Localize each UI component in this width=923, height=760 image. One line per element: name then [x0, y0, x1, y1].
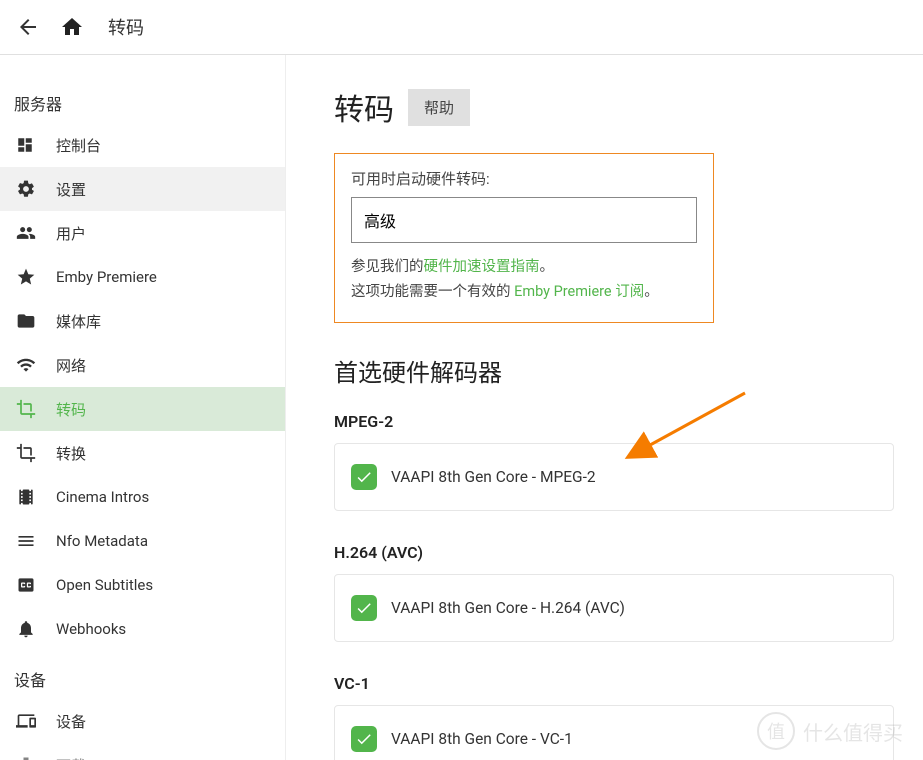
sidebar-item-label: 设备	[56, 711, 86, 732]
hw-accel-help-1: 参见我们的硬件加速设置指南。	[351, 255, 697, 280]
download-icon	[16, 755, 56, 760]
folder-icon	[16, 311, 56, 331]
codec-label: VAAPI 8th Gen Core - VC-1	[391, 730, 573, 748]
codec-label: VAAPI 8th Gen Core - MPEG-2	[391, 468, 596, 486]
devices-icon	[16, 711, 56, 731]
cc-icon	[16, 575, 56, 595]
sidebar-item-nfo[interactable]: Nfo Metadata	[0, 519, 285, 563]
sidebar-item-label: Cinema Intros	[56, 488, 149, 506]
select-value: 高级	[364, 212, 396, 231]
hw-accel-help-2: 这项功能需要一个有效的 Emby Premiere 订阅。	[351, 280, 697, 305]
movie-icon	[16, 487, 56, 507]
users-icon	[16, 223, 56, 243]
help-button[interactable]: 帮助	[408, 89, 470, 126]
sidebar-item-premiere[interactable]: Emby Premiere	[0, 255, 285, 299]
sidebar-item-label: 网络	[56, 355, 86, 376]
sidebar: 服务器 控制台 设置 用户 Emby Premiere	[0, 55, 286, 760]
hw-accel-section: 可用时启动硬件转码: 高级 参见我们的硬件加速设置指南。 这项功能需要一个有效的…	[334, 153, 714, 323]
gear-icon	[16, 179, 56, 199]
star-icon	[16, 267, 56, 287]
wifi-icon	[16, 355, 56, 375]
sidebar-item-users[interactable]: 用户	[0, 211, 285, 255]
codec-title: MPEG-2	[334, 412, 923, 431]
codec-label: VAAPI 8th Gen Core - H.264 (AVC)	[391, 599, 625, 617]
codec-card: VAAPI 8th Gen Core - H.264 (AVC)	[334, 574, 894, 642]
codec-group-h264: H.264 (AVC) VAAPI 8th Gen Core - H.264 (…	[334, 543, 923, 642]
sidebar-item-network[interactable]: 网络	[0, 343, 285, 387]
codec-card: VAAPI 8th Gen Core - VC-1	[334, 705, 894, 760]
sidebar-item-label: 下载	[56, 755, 86, 760]
sidebar-item-label: 控制台	[56, 135, 101, 156]
sidebar-item-label: Nfo Metadata	[56, 532, 148, 550]
crop-icon	[16, 443, 56, 463]
home-button[interactable]	[60, 15, 84, 39]
sidebar-item-label: Webhooks	[56, 620, 126, 638]
hw-accel-label: 可用时启动硬件转码:	[351, 168, 697, 189]
sidebar-item-convert[interactable]: 转换	[0, 431, 285, 475]
sidebar-item-settings[interactable]: 设置	[0, 167, 285, 211]
codec-checkbox[interactable]	[351, 726, 377, 752]
codec-group-vc1: VC-1 VAAPI 8th Gen Core - VC-1	[334, 674, 923, 760]
sidebar-item-label: Open Subtitles	[56, 576, 153, 594]
sidebar-item-label: 转换	[56, 443, 86, 464]
sidebar-item-label: Emby Premiere	[56, 268, 157, 286]
back-button[interactable]	[16, 15, 40, 39]
sidebar-item-library[interactable]: 媒体库	[0, 299, 285, 343]
main-content: 转码 帮助 可用时启动硬件转码: 高级 参见我们的硬件加速设置指南。 这项功能需…	[286, 55, 923, 760]
sidebar-item-download[interactable]: 下载	[0, 743, 285, 760]
sidebar-item-dashboard[interactable]: 控制台	[0, 123, 285, 167]
sidebar-item-subtitles[interactable]: Open Subtitles	[0, 563, 285, 607]
dashboard-icon	[16, 136, 56, 154]
crop-icon	[16, 399, 56, 419]
bell-icon	[16, 619, 56, 639]
sidebar-item-transcoding[interactable]: 转码	[0, 387, 285, 431]
hw-accel-select[interactable]: 高级	[351, 197, 697, 243]
sidebar-item-webhooks[interactable]: Webhooks	[0, 607, 285, 651]
sidebar-item-label: 转码	[56, 399, 86, 420]
decoders-heading: 首选硬件解码器	[334, 353, 923, 388]
codec-card: VAAPI 8th Gen Core - MPEG-2	[334, 443, 894, 511]
codec-checkbox[interactable]	[351, 464, 377, 490]
codec-title: H.264 (AVC)	[334, 543, 923, 562]
sidebar-item-cinema[interactable]: Cinema Intros	[0, 475, 285, 519]
sidebar-item-label: 用户	[56, 223, 86, 244]
list-icon	[16, 531, 56, 551]
codec-title: VC-1	[334, 674, 923, 693]
sidebar-item-label: 媒体库	[56, 311, 101, 332]
premiere-link[interactable]: Emby Premiere 订阅	[514, 283, 644, 300]
page-title: 转码	[334, 85, 394, 129]
sidebar-item-label: 设置	[56, 179, 86, 200]
codec-checkbox[interactable]	[351, 595, 377, 621]
codec-group-mpeg2: MPEG-2 VAAPI 8th Gen Core - MPEG-2	[334, 412, 923, 511]
sidebar-item-devices[interactable]: 设备	[0, 699, 285, 743]
breadcrumb-title: 转码	[108, 14, 144, 40]
sidebar-section-devices: 设备	[0, 651, 285, 699]
hw-accel-guide-link[interactable]: 硬件加速设置指南	[424, 258, 540, 275]
sidebar-section-server: 服务器	[0, 75, 285, 123]
